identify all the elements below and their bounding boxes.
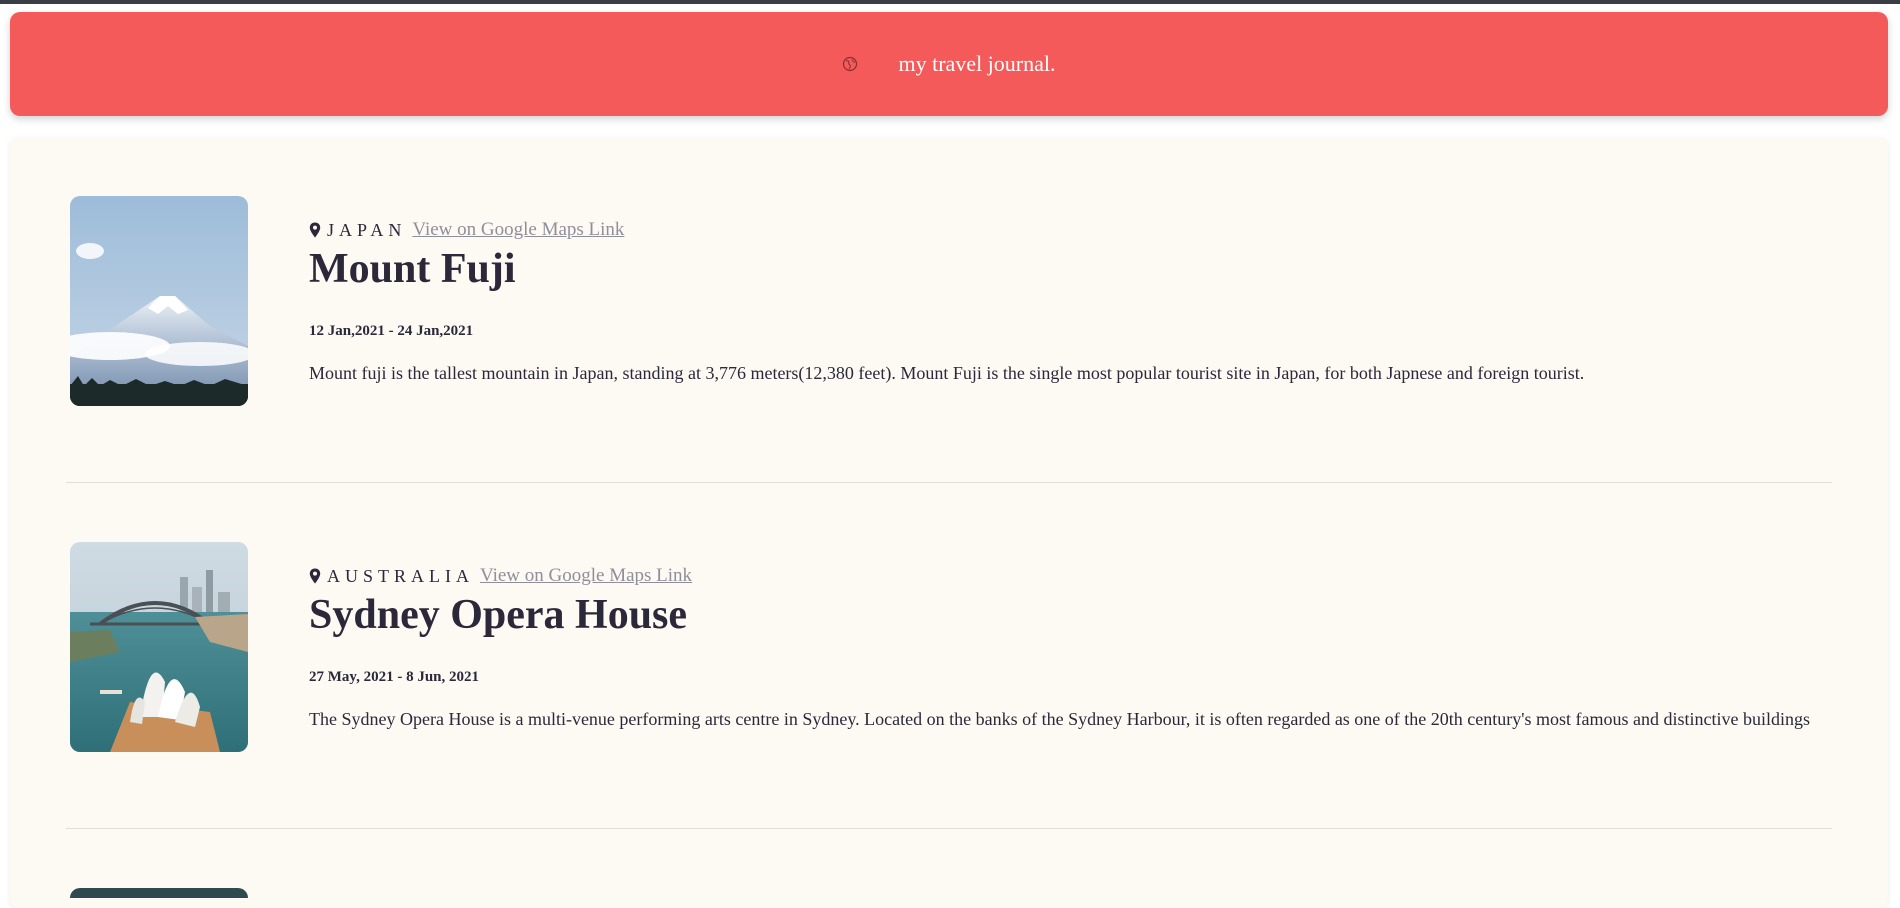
next-entry-photo (70, 888, 248, 898)
google-maps-link[interactable]: View on Google Maps Link (480, 565, 692, 587)
country-label: AUSTRALIA (327, 565, 474, 586)
location-pin-icon (309, 568, 321, 584)
place-description: The Sydney Opera House is a multi-venue … (309, 709, 1810, 729)
place-title: Sydney Opera House (309, 592, 688, 638)
entry-divider (66, 828, 1832, 829)
place-title: Mount Fuji (309, 246, 516, 292)
app-header: my travel journal. (10, 12, 1888, 116)
mount-fuji-photo (70, 196, 248, 406)
location-row: AUSTRALIA View on Google Maps Link (309, 563, 1839, 589)
entry-content: JAPAN View on Google Maps Link Mount Fuj… (309, 196, 1839, 403)
globe-icon (842, 56, 858, 72)
journal-list: JAPAN View on Google Maps Link Mount Fuj… (10, 138, 1888, 908)
trip-dates: 27 May, 2021 - 8 Jun, 2021 (309, 669, 480, 685)
location-row: JAPAN View on Google Maps Link (309, 217, 1839, 243)
trip-dates: 12 Jan,2021 - 24 Jan,2021 (309, 323, 474, 339)
location-pin-icon (309, 222, 321, 238)
browser-top-strip (0, 0, 1900, 4)
place-description: Mount fuji is the tallest mountain in Ja… (309, 363, 1585, 383)
google-maps-link[interactable]: View on Google Maps Link (412, 219, 624, 241)
country-label: JAPAN (327, 219, 407, 240)
entry-divider (66, 482, 1832, 483)
entry-content: AUSTRALIA View on Google Maps Link Sydne… (309, 542, 1839, 749)
app-title: my travel journal. (898, 51, 1056, 76)
sydney-opera-house-photo (70, 542, 248, 752)
